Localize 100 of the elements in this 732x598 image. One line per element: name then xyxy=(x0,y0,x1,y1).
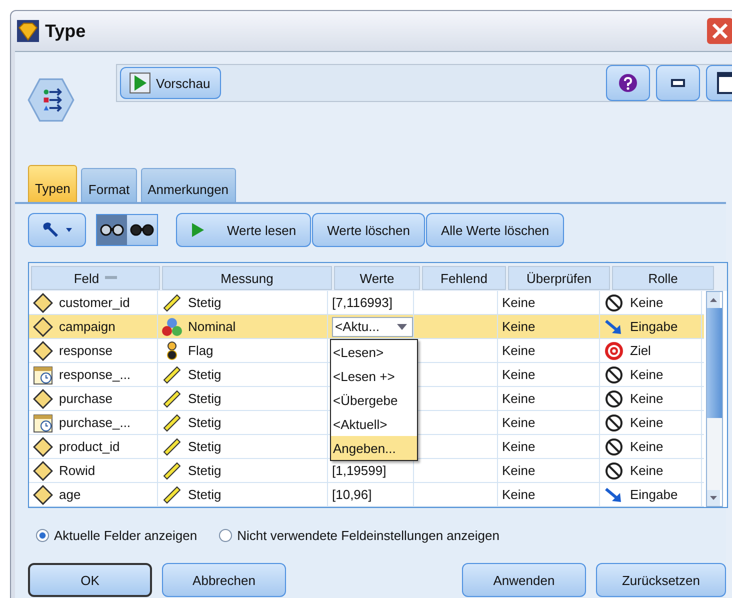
read-values-button[interactable]: Werte lesen xyxy=(176,213,312,247)
scrollbar[interactable] xyxy=(706,291,723,507)
column-header[interactable]: Messung xyxy=(162,266,332,290)
column-header[interactable]: Feld xyxy=(31,266,160,290)
values-cell: [10,96] xyxy=(332,487,372,502)
calendar-clock-icon xyxy=(33,412,53,432)
tab[interactable]: Anmerkungen xyxy=(140,168,236,202)
calendar-clock-icon xyxy=(33,364,53,384)
check-cell: Keine xyxy=(502,391,536,406)
play-icon xyxy=(191,222,205,238)
clear-values-button[interactable]: Werte löschen xyxy=(312,213,425,247)
prohibited-icon xyxy=(604,292,624,312)
dialog-button[interactable]: Anwenden xyxy=(462,563,586,597)
diamond-icon xyxy=(33,316,53,336)
diamond-icon xyxy=(33,460,53,480)
tools-menu-button[interactable] xyxy=(28,213,86,247)
ruler-icon xyxy=(162,484,182,504)
column-header[interactable]: Fehlend xyxy=(422,266,506,290)
node-icon xyxy=(27,76,75,124)
measurement-label: Flag xyxy=(188,343,214,358)
field-name: Rowid xyxy=(59,463,96,478)
minimize-icon xyxy=(671,79,685,87)
measurement-label: Stetig xyxy=(188,295,222,310)
field-name: response_... xyxy=(59,367,131,382)
column-header[interactable]: Überprüfen xyxy=(508,266,610,290)
view-toggle[interactable] xyxy=(127,215,157,245)
ruler-icon xyxy=(162,388,182,408)
field-name: product_id xyxy=(59,439,120,454)
target-icon xyxy=(604,340,624,360)
check-cell: Keine xyxy=(502,319,536,334)
check-cell: Keine xyxy=(502,487,536,502)
ruler-icon xyxy=(162,436,182,456)
diamond-icon xyxy=(33,484,53,504)
role-label: Keine xyxy=(630,439,664,454)
ruler-icon xyxy=(162,460,182,480)
prohibited-icon xyxy=(604,436,624,456)
help-button[interactable] xyxy=(606,65,650,101)
window-title: Type xyxy=(45,20,86,42)
dropdown-option[interactable]: <Lesen +> xyxy=(331,364,417,388)
close-button[interactable] xyxy=(707,18,732,44)
ruler-icon xyxy=(162,412,182,432)
measurement-label: Nominal xyxy=(188,319,236,334)
role-label: Keine xyxy=(630,367,664,382)
three-circles-icon xyxy=(162,316,182,336)
field-name: purchase_... xyxy=(59,415,131,430)
dropdown-option[interactable]: <Lesen> xyxy=(331,340,417,364)
diamond-icon xyxy=(33,388,53,408)
measurement-label: Stetig xyxy=(188,415,222,430)
role-label: Keine xyxy=(630,391,664,406)
check-cell: Keine xyxy=(502,343,536,358)
caret-icon xyxy=(396,322,408,330)
dropdown-option[interactable]: <Übergebe xyxy=(331,388,417,412)
minimize-button[interactable] xyxy=(656,65,700,101)
preview-button[interactable]: Vorschau xyxy=(120,67,222,99)
role-label: Keine xyxy=(630,463,664,478)
column-header[interactable]: Rolle xyxy=(612,266,714,290)
dropdown-option[interactable]: Angeben... xyxy=(331,436,417,460)
prohibited-icon xyxy=(604,460,624,480)
check-cell: Keine xyxy=(502,415,536,430)
values-cell: [1,19599] xyxy=(332,463,386,478)
diamond-icon xyxy=(17,20,39,42)
measurement-label: Stetig xyxy=(188,367,222,382)
play-icon xyxy=(129,72,151,94)
check-cell: Keine xyxy=(502,295,536,310)
field-name: purchase xyxy=(59,391,112,406)
role-label: Eingabe xyxy=(630,487,678,502)
tab[interactable]: Typen xyxy=(28,165,78,202)
dialog-button[interactable]: OK xyxy=(28,563,152,597)
binoculars-icon xyxy=(100,224,124,236)
help-icon xyxy=(618,73,638,93)
view-toggle[interactable] xyxy=(97,215,127,245)
clear-values-button[interactable]: Alle Werte löschen xyxy=(426,213,564,247)
diamond-icon xyxy=(33,436,53,456)
field-name: response xyxy=(59,343,112,358)
dialog-button[interactable]: Abbrechen xyxy=(162,563,286,597)
measurement-label: Stetig xyxy=(188,391,222,406)
values-combo[interactable]: <Aktu... xyxy=(332,316,413,336)
role-label: Keine xyxy=(630,295,664,310)
table-row[interactable]: campaign Nominal <Aktu... Keine Eingabe xyxy=(29,315,704,339)
measurement-label: Stetig xyxy=(188,487,222,502)
values-cell: [7,116993] xyxy=(332,295,392,310)
column-header[interactable]: Werte xyxy=(334,266,420,290)
prohibited-icon xyxy=(604,364,624,384)
tab[interactable]: Format xyxy=(81,168,137,202)
dropdown-option[interactable]: <Aktuell> xyxy=(331,412,417,436)
table-row[interactable]: age Stetig [10,96] Keine Eingabe xyxy=(29,483,704,507)
scroll-up-icon[interactable] xyxy=(707,292,720,308)
sort-icon xyxy=(105,276,118,280)
scroll-down-icon[interactable] xyxy=(707,490,720,506)
check-cell: Keine xyxy=(502,439,536,454)
field-name: campaign xyxy=(59,319,116,334)
role-label: Keine xyxy=(630,415,664,430)
radio-option[interactable]: Nicht verwendete Feldeinstellungen anzeigen xyxy=(219,528,500,543)
measurement-label: Stetig xyxy=(188,463,222,478)
radio-option[interactable]: Aktuelle Felder anzeigen xyxy=(36,528,198,543)
role-label: Ziel xyxy=(630,343,651,358)
field-name: age xyxy=(59,487,81,502)
ruler-icon xyxy=(162,364,182,384)
dialog-button[interactable]: Zurücksetzen xyxy=(596,563,726,597)
field-name: customer_id xyxy=(59,295,130,310)
